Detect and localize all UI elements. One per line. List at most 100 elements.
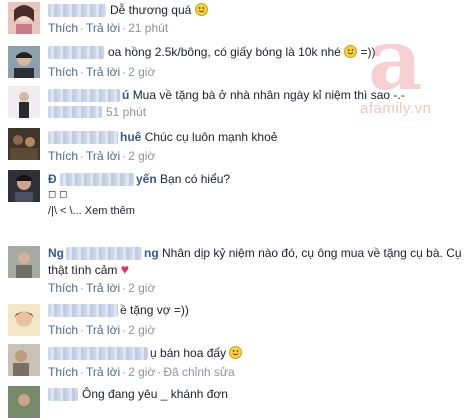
blurred-name[interactable] bbox=[48, 131, 118, 144]
blurred-actions bbox=[48, 106, 102, 118]
comment-text-body: oa hồng 2.5k/bông, có giấy bóng là 10k n… bbox=[108, 45, 341, 59]
separator: · bbox=[122, 21, 127, 35]
comment-text: ú Mua về tặng bà ở nhà nhân ngày kỉ niệm… bbox=[122, 87, 405, 103]
reply-button[interactable]: Trả lời bbox=[86, 323, 120, 337]
reply-button[interactable]: Trả lời bbox=[86, 149, 120, 163]
comment-text-prefix: ụ bbox=[150, 346, 157, 360]
timestamp[interactable]: 2 giờ bbox=[128, 65, 155, 79]
comment-text: oa hồng 2.5k/bông, có giấy bóng là 10k n… bbox=[108, 44, 376, 60]
timestamp[interactable]: 2 giờ bbox=[128, 281, 155, 295]
avatar[interactable] bbox=[8, 2, 40, 34]
avatar[interactable] bbox=[8, 344, 40, 376]
reply-button[interactable]: Trả lời bbox=[86, 21, 120, 35]
avatar-photo-icon bbox=[8, 386, 40, 418]
commenter-name[interactable]: ú bbox=[122, 88, 129, 102]
separator: · bbox=[80, 365, 85, 379]
edited-label[interactable]: Đã chỉnh sửa bbox=[163, 365, 234, 379]
blurred-name[interactable] bbox=[48, 89, 120, 102]
comment-text-rest: ng Nhân dịp kỷ niệm nào đó, cụ ông mua v… bbox=[144, 245, 462, 261]
separator: · bbox=[122, 281, 127, 295]
avatar[interactable] bbox=[8, 46, 40, 78]
avatar-photo-icon bbox=[8, 170, 40, 202]
comment-text-body: Mua về tặng bà ở nhà nhân ngày kỉ niệm t… bbox=[132, 88, 405, 102]
like-button[interactable]: Thích bbox=[48, 323, 78, 337]
blurred-name[interactable] bbox=[48, 388, 78, 401]
comment-actions: Thích · Trả lời · 2 giờ bbox=[48, 149, 155, 163]
avatar-photo-icon bbox=[8, 46, 40, 78]
comment-actions: Thích · Trả lời · 2 giờ bbox=[48, 281, 155, 295]
comment-text: Ng bbox=[48, 245, 64, 261]
avatar-photo-icon bbox=[8, 128, 40, 160]
separator: · bbox=[157, 365, 162, 379]
avatar[interactable] bbox=[8, 128, 40, 160]
commenter-name[interactable]: yến bbox=[136, 172, 157, 186]
comment-4: huê Chúc cụ luôn mạnh khoẻ Thích · Trả lời… bbox=[0, 124, 476, 166]
comment-text-suffix: =)) bbox=[357, 45, 376, 59]
avatar[interactable] bbox=[8, 386, 40, 418]
timestamp[interactable]: 51 phút bbox=[106, 105, 146, 119]
comment-8: ụ bán hoa đấy Thích · Trả lời · 2 giờ · Đã chỉ… bbox=[0, 340, 476, 382]
separator: · bbox=[122, 149, 127, 163]
timestamp[interactable]: 2 giờ bbox=[128, 149, 155, 163]
like-button[interactable]: Thích bbox=[48, 21, 78, 35]
comment-text-body: Nhân dịp kỷ niệm nào đó, cụ ông mua về t… bbox=[162, 246, 462, 260]
comment-actions: Thích · Trả lời · 21 phút bbox=[48, 21, 168, 35]
comment-text-body: Bạn có hiểu? bbox=[160, 172, 231, 186]
avatar-photo-icon bbox=[8, 304, 40, 336]
blurred-name[interactable] bbox=[48, 46, 104, 59]
comment-text: huê Chúc cụ luôn mạnh khoẻ bbox=[120, 129, 277, 145]
blurred-name[interactable] bbox=[48, 4, 106, 17]
separator: · bbox=[122, 365, 127, 379]
commenter-name-prefix[interactable]: Ng bbox=[48, 246, 64, 260]
avatar[interactable] bbox=[8, 304, 40, 336]
avatar-photo-icon bbox=[8, 2, 40, 34]
commenter-name[interactable]: huê bbox=[120, 130, 141, 144]
comment-5: Đ yến Bạn có hiểu? ◻ ◻ /|\ < \... Xem th… bbox=[0, 166, 476, 217]
separator: · bbox=[80, 323, 85, 337]
reply-button[interactable]: Trả lời bbox=[86, 65, 120, 79]
comment-actions: Thích · Trả lời · 2 giờ bbox=[48, 65, 155, 79]
comment-text-rest: yến Bạn có hiểu? bbox=[136, 171, 230, 187]
comment-text: Ông đang yêu _ khánh đơn bbox=[82, 386, 228, 402]
timestamp[interactable]: 2 giờ bbox=[128, 365, 155, 379]
separator: · bbox=[122, 65, 127, 79]
avatar[interactable] bbox=[8, 86, 40, 118]
blurred-name[interactable] bbox=[60, 173, 134, 186]
blurred-name[interactable] bbox=[48, 347, 148, 360]
smile-emoji-icon bbox=[344, 45, 358, 58]
comment-9: Ông đang yêu _ khánh đơn bbox=[0, 382, 476, 418]
like-button[interactable]: Thích bbox=[48, 281, 78, 295]
blurred-name[interactable] bbox=[66, 247, 142, 260]
smile-emoji-icon bbox=[229, 346, 243, 359]
separator: · bbox=[80, 65, 85, 79]
separator: · bbox=[122, 323, 127, 337]
comment-actions: 51 phút bbox=[106, 105, 146, 119]
like-button[interactable]: Thích bbox=[48, 365, 78, 379]
see-more-link[interactable]: /|\ < \... Xem thêm bbox=[48, 205, 135, 217]
comment-text-body: Dễ thương quá bbox=[110, 3, 192, 17]
comment-text-body: Chúc cụ luôn mạnh khoẻ bbox=[144, 130, 278, 144]
comment-3: ú Mua về tặng bà ở nhà nhân ngày kỉ niệm… bbox=[0, 84, 476, 124]
timestamp[interactable]: 2 giờ bbox=[128, 323, 155, 337]
blurred-name[interactable] bbox=[48, 304, 118, 317]
avatar[interactable] bbox=[8, 246, 40, 278]
commenter-name-prefix[interactable]: Đ bbox=[48, 172, 57, 186]
reply-button[interactable]: Trả lời bbox=[86, 365, 120, 379]
commenter-name[interactable]: ng bbox=[144, 246, 159, 260]
smile-emoji-icon bbox=[194, 3, 208, 16]
comment-text-body: bán hoa đấy bbox=[160, 346, 227, 360]
comment-1: Dễ thương quá Thích · Trả lời · 21 phút bbox=[0, 0, 476, 40]
like-button[interactable]: Thích bbox=[48, 149, 78, 163]
reply-button[interactable]: Trả lời bbox=[86, 281, 120, 295]
timestamp[interactable]: 21 phút bbox=[128, 21, 168, 35]
comment-text: Dễ thương quá bbox=[110, 2, 208, 18]
separator: · bbox=[80, 149, 85, 163]
avatar-photo-icon bbox=[8, 344, 40, 376]
comment-2: oa hồng 2.5k/bông, có giấy bóng là 10k n… bbox=[0, 40, 476, 84]
comment-6: Ng ng Nhân dịp kỷ niệm nào đó, cụ ông mu… bbox=[0, 240, 476, 298]
comment-text: Đ bbox=[48, 171, 57, 187]
comment-line-3: /|\ < \... Xem thêm bbox=[48, 203, 135, 219]
avatar[interactable] bbox=[8, 170, 40, 202]
comment-line-2: ◻ ◻ bbox=[48, 189, 68, 200]
like-button[interactable]: Thích bbox=[48, 65, 78, 79]
